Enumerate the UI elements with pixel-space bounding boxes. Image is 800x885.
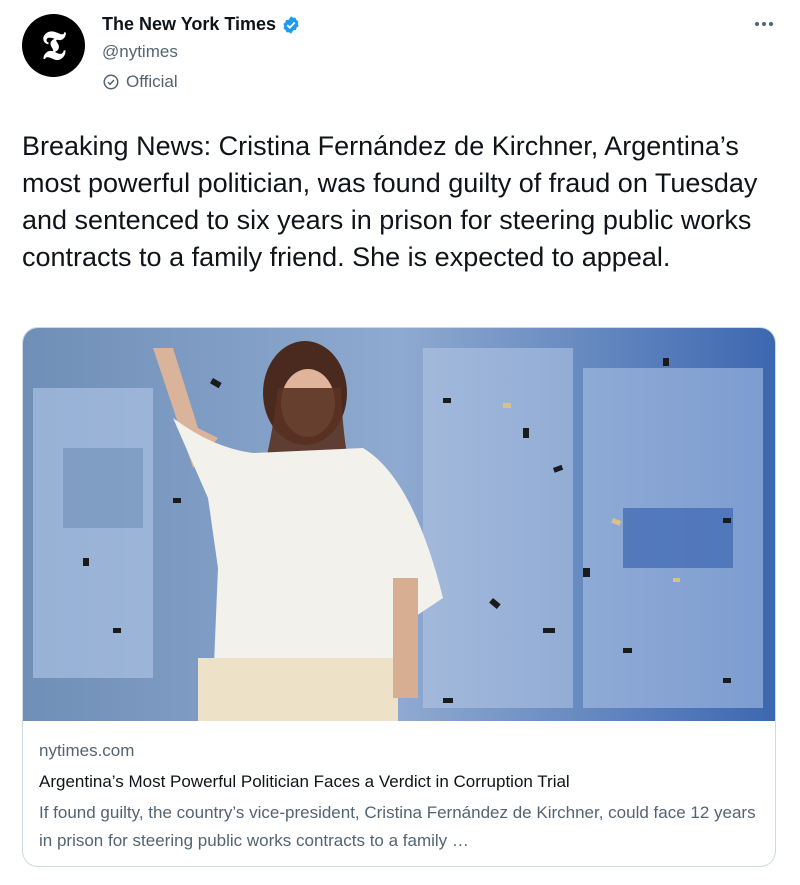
card-title: Argentina’s Most Powerful Politician Fac… [39,772,570,791]
more-options-icon[interactable] [750,12,778,36]
official-check-icon [103,74,119,90]
author-name-text: The New York Times [102,14,277,34]
nyt-logo-icon: 𝕿 [41,21,66,69]
card-domain: nytimes.com [39,741,135,760]
verified-badge-icon [283,15,299,34]
official-label: Official [102,72,178,92]
card-image[interactable] [23,328,775,721]
author-name[interactable]: The New York Times [102,14,301,35]
link-card[interactable]: nytimes.com Argentina’s Most Powerful Po… [22,327,776,867]
official-text: Official [126,72,178,91]
card-description: If found guilty, the country’s vice-pres… [39,803,756,850]
avatar[interactable]: 𝕿 [22,14,85,77]
tweet-text: Breaking News: Cristina Fernández de Kir… [22,131,758,272]
card-photo [23,328,775,721]
author-handle[interactable]: @nytimes [102,42,178,62]
